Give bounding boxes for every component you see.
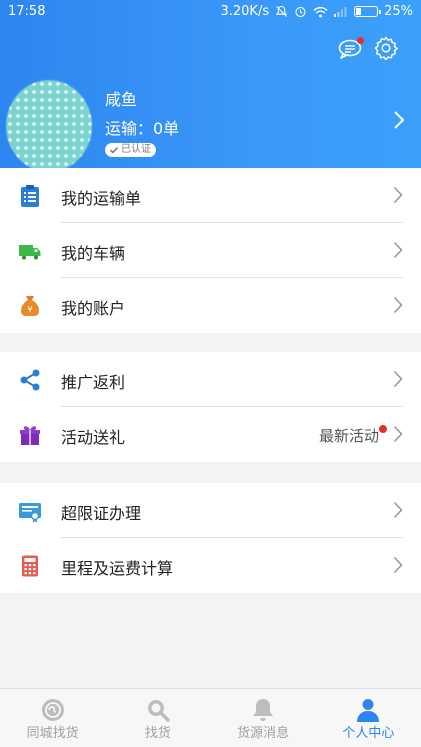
status-time: 17:58 <box>8 4 46 19</box>
tab-label: 找货 <box>144 726 171 741</box>
search-icon <box>147 700 170 722</box>
settings-button[interactable] <box>374 36 398 61</box>
gear-icon <box>374 36 398 61</box>
status-bar: 17:58 3.20K/s 25% <box>0 0 421 24</box>
tab-find-cargo[interactable]: 找货 <box>105 689 210 747</box>
chevron-right-icon <box>393 370 403 388</box>
verified-label: 已认证 <box>121 144 151 155</box>
menu-item-label: 推广返利 <box>61 373 126 392</box>
bottom-tab-bar: 同城找货 找货 货源消息 个人中心 <box>0 688 421 747</box>
profile-header: 17:58 3.20K/s 25% 咸鱼 运输：0单 已认证 <box>0 0 421 172</box>
tab-cargo-messages[interactable]: 货源消息 <box>211 689 316 747</box>
status-indicators: 3.20K/s 25% <box>220 4 413 19</box>
chevron-right-icon <box>393 501 403 519</box>
user-icon <box>357 699 380 722</box>
wifi-icon <box>313 6 328 17</box>
svg-text:¥: ¥ <box>27 305 32 314</box>
user-name: 咸鱼 <box>105 90 138 109</box>
gift-icon <box>20 426 40 445</box>
chevron-right-icon <box>393 241 403 259</box>
menu-item-referral[interactable]: 推广返利 <box>0 352 421 407</box>
mute-bell-icon <box>275 5 288 17</box>
check-icon <box>109 146 119 154</box>
tab-label: 货源消息 <box>237 726 290 741</box>
bell-icon <box>253 699 274 721</box>
latest-event-label: 最新活动 <box>318 427 379 445</box>
city-cargo-icon <box>41 699 64 721</box>
net-speed: 3.20K/s <box>220 4 270 19</box>
chevron-right-icon <box>393 425 403 443</box>
menu-item-label: 我的运输单 <box>61 189 142 208</box>
menu-group-promotion: 推广返利 活动送礼 最新活动 <box>0 352 421 462</box>
menu-item-label: 里程及运费计算 <box>61 559 174 578</box>
menu-group-tools: 超限证办理 里程及运费计算 <box>0 483 421 593</box>
tab-city-cargo[interactable]: 同城找货 <box>0 689 105 747</box>
menu-item-label: 我的账户 <box>61 299 126 318</box>
signal-icon <box>334 7 347 17</box>
profile-detail-button[interactable] <box>393 110 405 130</box>
message-button[interactable] <box>338 37 364 59</box>
battery-icon <box>354 6 382 17</box>
money-bag-icon: ¥ <box>21 296 39 316</box>
menu-item-label: 我的车辆 <box>61 244 126 263</box>
chevron-right-icon <box>393 296 403 314</box>
calculator-icon <box>22 555 38 577</box>
chevron-right-icon <box>394 111 405 129</box>
event-badge <box>379 425 387 433</box>
battery-level: 25% <box>384 4 413 19</box>
menu-item-account[interactable]: ¥ 我的账户 <box>0 278 421 333</box>
alarm-icon <box>295 6 306 18</box>
avatar[interactable] <box>6 80 92 172</box>
menu-item-mileage-calculator[interactable]: 里程及运费计算 <box>0 538 421 593</box>
menu-item-label: 活动送礼 <box>61 428 126 447</box>
menu-item-label: 超限证办理 <box>61 504 142 523</box>
chevron-right-icon <box>393 186 403 204</box>
message-badge <box>357 37 364 44</box>
menu-group-account: 我的运输单 我的车辆 ¥ 我的账户 <box>0 168 421 333</box>
tab-label: 同城找货 <box>26 726 79 741</box>
chevron-right-icon <box>393 556 403 574</box>
certificate-icon <box>19 503 41 523</box>
tab-personal-center[interactable]: 个人中心 <box>316 689 421 747</box>
verified-badge: 已认证 <box>105 143 156 157</box>
truck-icon <box>19 245 41 260</box>
menu-item-transport-orders[interactable]: 我的运输单 <box>0 168 421 223</box>
menu-item-events-gift[interactable]: 活动送礼 最新活动 <box>0 407 421 462</box>
menu-item-vehicles[interactable]: 我的车辆 <box>0 223 421 278</box>
tab-label: 个人中心 <box>342 726 395 741</box>
document-list-icon <box>21 185 39 207</box>
share-icon <box>20 369 40 391</box>
transport-count: 运输：0单 <box>105 119 180 138</box>
menu-item-oversize-permit[interactable]: 超限证办理 <box>0 483 421 538</box>
